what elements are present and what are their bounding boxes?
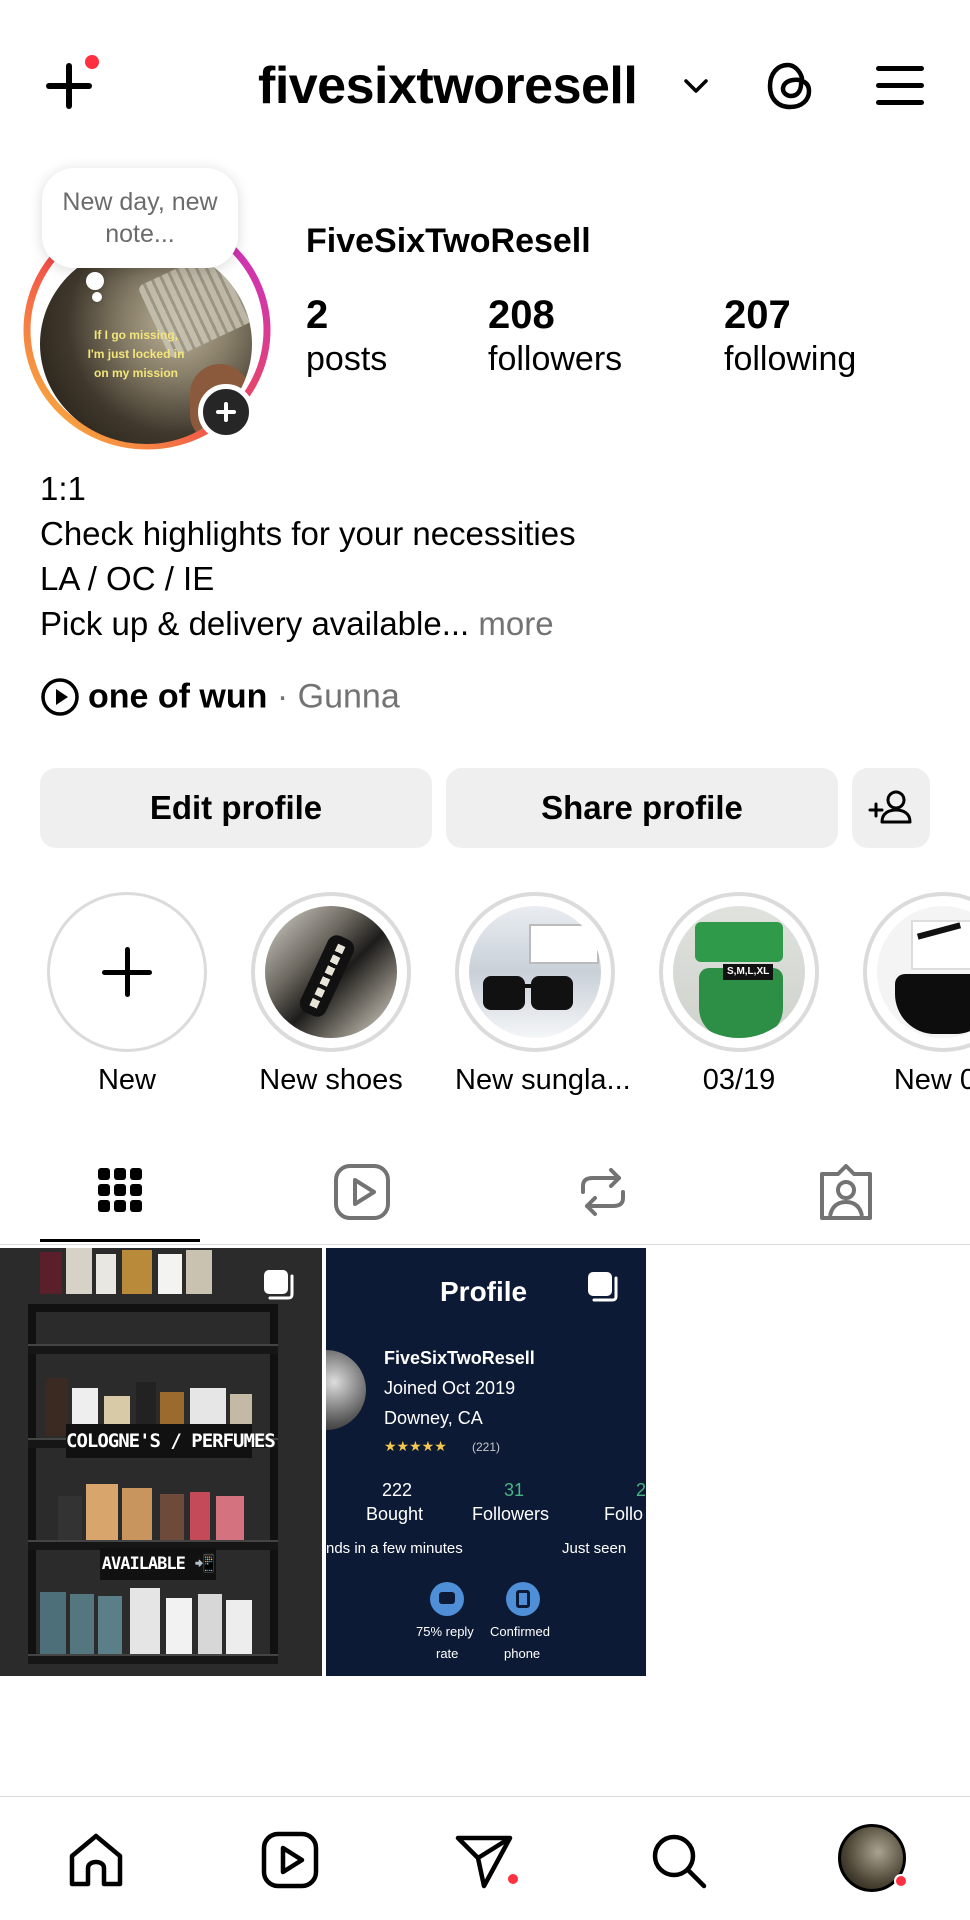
song-artist: Gunna <box>297 677 400 716</box>
tagged-icon <box>820 1164 872 1220</box>
reply-rate: 75% reply <box>416 1624 474 1639</box>
avatar-caption: If I go missing, I'm just locked in on m… <box>87 328 185 380</box>
bought-label: Bought <box>366 1504 424 1524</box>
display-name: FiveSixTwoResell <box>306 222 591 260</box>
seller-avatar <box>326 1350 366 1430</box>
divider <box>0 1796 970 1797</box>
highlight-new[interactable]: New <box>47 892 207 1097</box>
nav-home[interactable] <box>64 1828 128 1892</box>
post-title: Profile <box>440 1276 528 1307</box>
chat-icon <box>430 1582 464 1616</box>
grid-icon <box>98 1168 142 1212</box>
messages-badge <box>506 1872 520 1886</box>
post-caption-tag: COLOGNE'S / PERFUMES <box>66 1424 276 1458</box>
share-profile-button[interactable]: Share profile <box>446 768 838 848</box>
confirmed-phone-label: phone <box>504 1646 541 1661</box>
song-title: one of wun <box>88 677 268 716</box>
confirmed-phone: Confirmed <box>490 1624 550 1639</box>
carousel-icon <box>264 1270 294 1300</box>
bought-count: 222 <box>382 1480 413 1500</box>
profile-music[interactable]: one of wun · Gunna <box>40 676 400 720</box>
highlight-new-03[interactable]: New 03 <box>863 892 970 1097</box>
highlight-label: New 03 <box>893 1064 970 1096</box>
add-story-button[interactable] <box>198 384 254 440</box>
rating-stars: ★★★★★ <box>384 1438 447 1454</box>
reels-icon <box>261 1831 319 1889</box>
reels-icon <box>334 1164 390 1220</box>
last-seen: Just seen <box>562 1540 627 1557</box>
followers-count: 208 <box>488 293 555 337</box>
active-tab-indicator <box>40 1239 200 1242</box>
highlight-0319[interactable]: S,M,L,XL 03/19 <box>659 892 819 1097</box>
posts-label: posts <box>306 340 388 378</box>
tab-reposts[interactable] <box>571 1160 635 1224</box>
profile-badge <box>894 1874 908 1888</box>
following-count: 2 <box>636 1480 646 1500</box>
followers-stat[interactable]: 208 followers <box>488 292 622 382</box>
following-label: following <box>724 340 857 378</box>
highlight-cover <box>469 906 601 1038</box>
response-time: nds in a few minutes <box>326 1540 463 1557</box>
reposts-icon <box>581 1168 625 1216</box>
bio-line: LA / OC / IE <box>40 560 215 597</box>
seller-name: FiveSixTwoResell <box>384 1348 535 1368</box>
bio-line: 1:1 <box>40 470 86 507</box>
note-bubble-tail <box>92 292 102 302</box>
highlight-label: New sungla... <box>455 1064 631 1096</box>
seller-location: Downey, CA <box>384 1408 483 1428</box>
post-thumbnail[interactable]: COLOGNE'S / PERFUMES AVAILABLE 📲 <box>0 1248 322 1676</box>
bio: 1:1 Check highlights for your necessitie… <box>40 466 576 646</box>
size-badge: S,M,L,XL <box>723 964 774 980</box>
post-thumbnail[interactable]: Profile FiveSixTwoResell Joined Oct 2019… <box>326 1248 646 1676</box>
discover-people-button[interactable] <box>852 768 930 848</box>
highlight-cover: S,M,L,XL <box>673 906 805 1038</box>
add-person-icon <box>868 790 912 824</box>
highlight-cover <box>877 906 970 1038</box>
home-icon <box>69 1833 123 1887</box>
highlight-label: 03/19 <box>702 1064 776 1096</box>
bio-line: Pick up & delivery available... <box>40 605 470 642</box>
followers-label: followers <box>488 340 623 378</box>
nav-search[interactable] <box>646 1828 710 1892</box>
edit-profile-button[interactable]: Edit profile <box>40 768 432 848</box>
following-stat[interactable]: 207 following <box>724 292 856 382</box>
search-icon <box>652 1834 707 1889</box>
highlight-label: New <box>97 1064 156 1096</box>
note-bubble[interactable]: New day, new note... <box>42 168 238 268</box>
posts-count: 2 <box>306 293 329 337</box>
highlight-new-sunglasses[interactable]: New sungla... <box>455 892 631 1097</box>
carousel-icon <box>588 1272 618 1302</box>
note-bubble-tail <box>86 272 104 290</box>
following-label: Follo <box>604 1504 644 1524</box>
music-separator: · <box>267 677 298 716</box>
followers-label: Followers <box>472 1504 550 1524</box>
bio-more-link[interactable]: more <box>478 605 553 642</box>
highlight-new-shoes[interactable]: New shoes <box>251 892 411 1097</box>
create-button[interactable] <box>38 52 102 116</box>
following-count: 207 <box>724 293 791 337</box>
rating-count: (221) <box>472 1440 501 1454</box>
nav-reels[interactable] <box>258 1828 322 1892</box>
phone-icon <box>506 1582 540 1616</box>
account-username[interactable]: fivesixtworesell <box>258 56 638 116</box>
play-icon <box>41 678 79 716</box>
posts-stat: 2 posts <box>306 292 387 382</box>
tab-tagged[interactable] <box>814 1160 878 1224</box>
tab-reels[interactable] <box>330 1160 394 1224</box>
post-caption-tag: AVAILABLE 📲 <box>100 1548 216 1580</box>
bio-line: Check highlights for your necessities <box>40 515 576 552</box>
seller-joined: Joined Oct 2019 <box>384 1378 516 1398</box>
reply-rate-label: rate <box>436 1646 459 1661</box>
chevron-down-icon[interactable] <box>680 72 712 100</box>
divider <box>0 1244 970 1245</box>
followers-count: 31 <box>504 1480 525 1500</box>
highlight-cover <box>265 906 397 1038</box>
threads-icon[interactable] <box>762 58 818 114</box>
tab-grid[interactable] <box>88 1160 152 1224</box>
menu-icon[interactable] <box>872 62 928 110</box>
highlight-label: New shoes <box>259 1064 403 1096</box>
notification-dot <box>82 52 102 72</box>
